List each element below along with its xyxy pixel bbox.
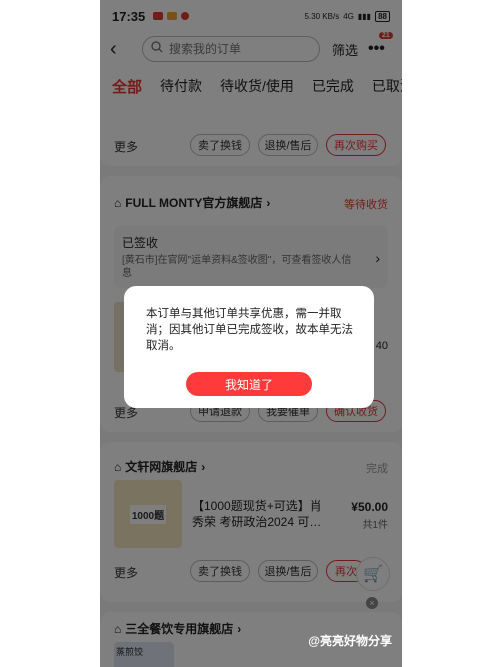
alert-dialog: 本订单与其他订单共享优惠，需一并取消；因其他订单已完成签收，故本单无法取消。 我… xyxy=(124,286,374,408)
phone-screen: 17:35 5.30 KB/s 4G ▮▮▮ 88 ‹ 筛选 ••• 21 全部… xyxy=(100,0,402,667)
dialog-message: 本订单与其他订单共享优惠，需一并取消；因其他订单已完成签收，故本单无法取消。 xyxy=(146,308,353,352)
dialog-ok-button[interactable]: 我知道了 xyxy=(186,372,312,396)
watermark: @亮亮好物分享 xyxy=(308,634,392,648)
